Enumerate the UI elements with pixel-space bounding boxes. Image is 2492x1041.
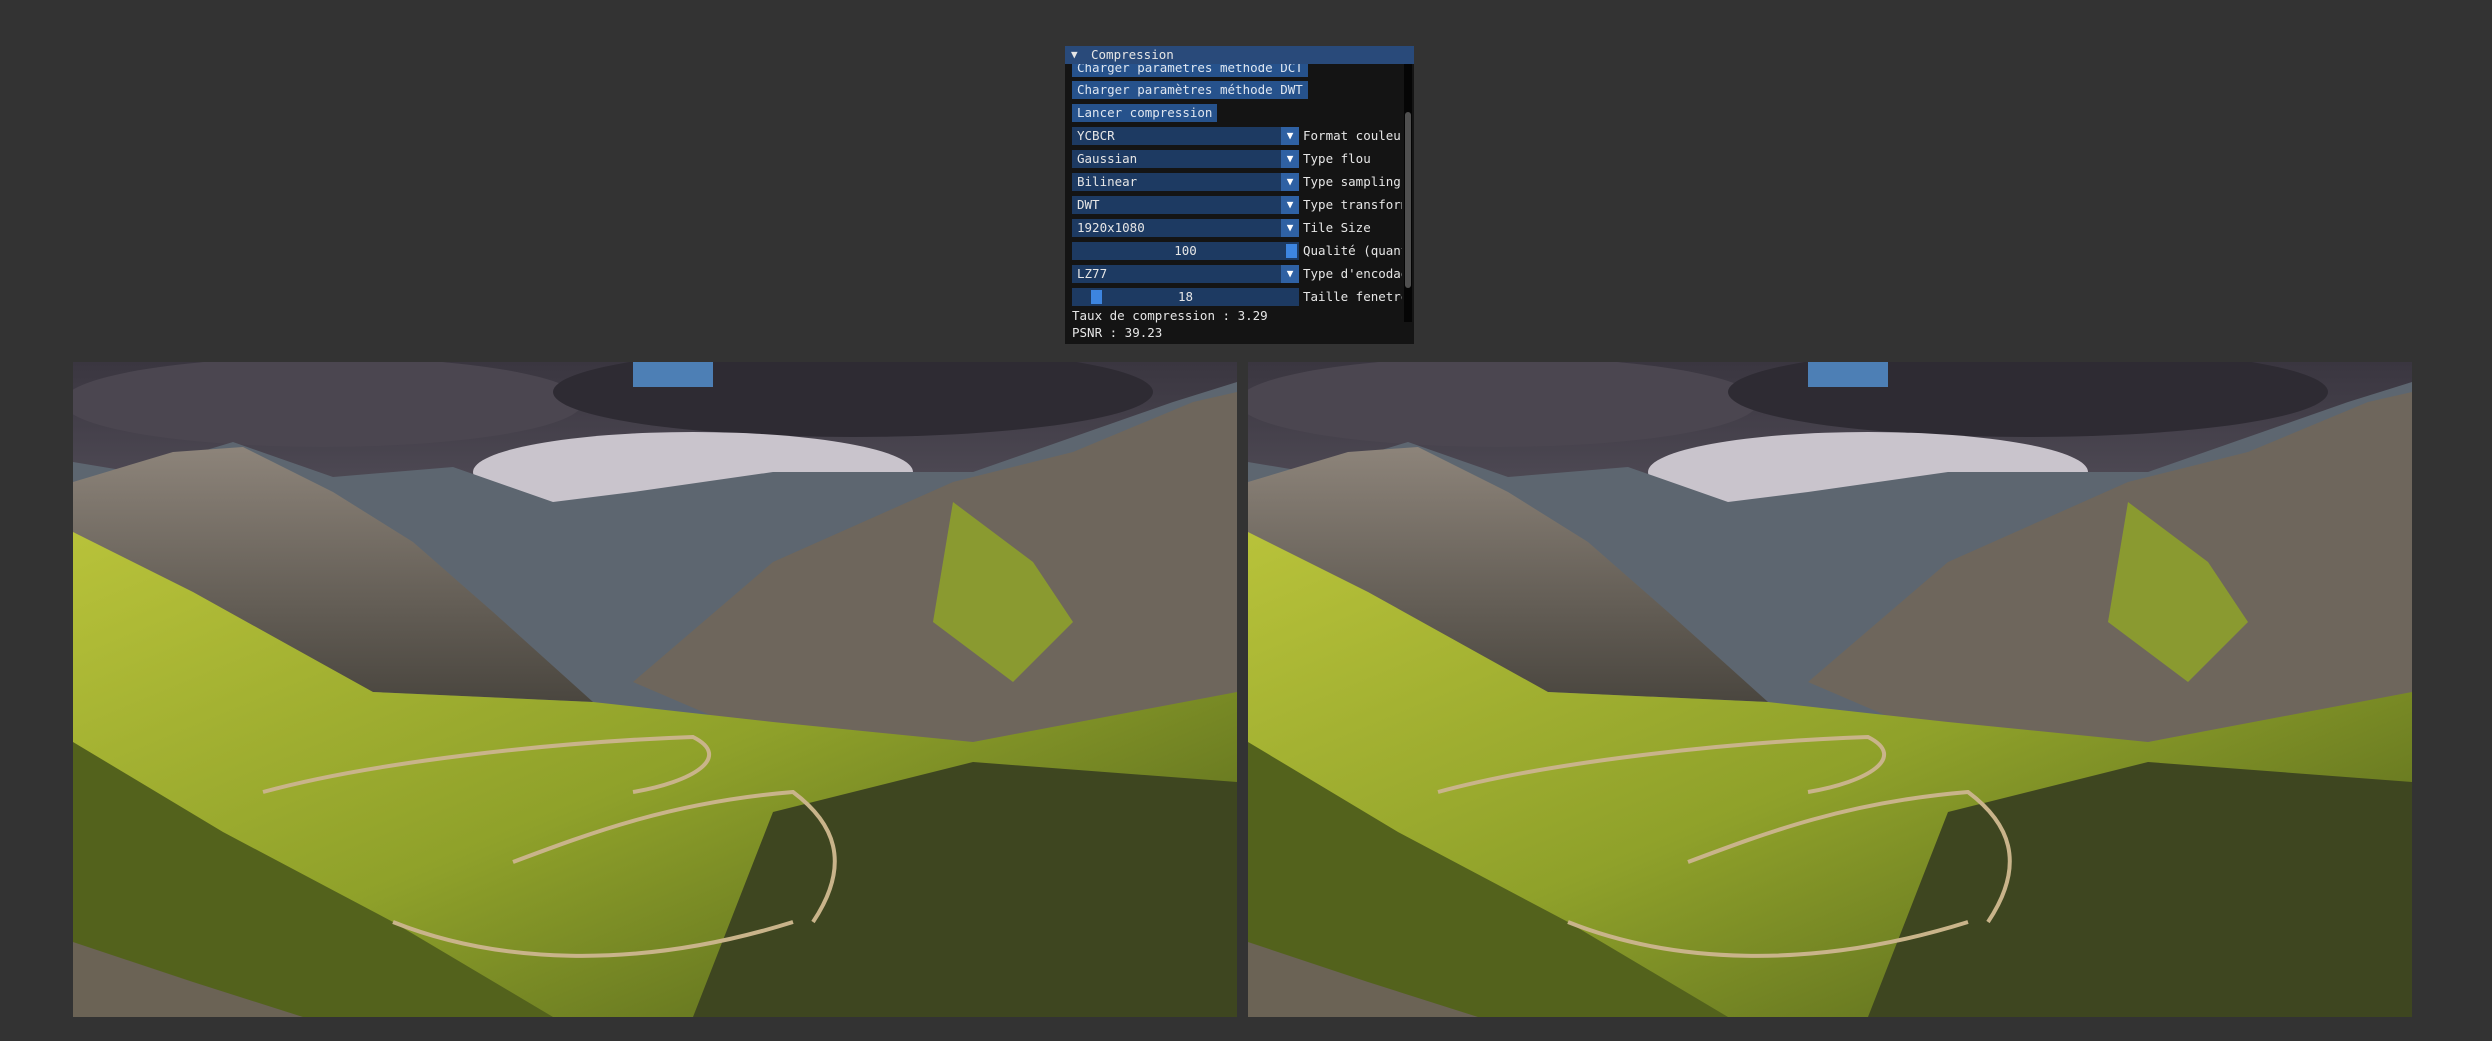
transform-type-combo[interactable]: DWT ▼ (1072, 196, 1299, 214)
tile-size-combo[interactable]: 1920x1080 ▼ (1072, 219, 1299, 237)
chevron-down-icon[interactable]: ▼ (1281, 127, 1299, 145)
transform-type-label: Type transform (1303, 197, 1402, 212)
blur-type-label: Type flou (1303, 151, 1371, 166)
window-size-label: Taille fenetre (1303, 289, 1402, 304)
compression-ratio-text: Taux de compression : 3.29 (1072, 308, 1268, 323)
tile-size-label: Tile Size (1303, 220, 1371, 235)
psnr-text: PSNR : 39.23 (1072, 325, 1163, 340)
mountain-landscape-image (1248, 362, 2412, 1017)
quality-label: Qualité (quant (1303, 243, 1402, 258)
chevron-down-icon[interactable]: ▼ (1281, 150, 1299, 168)
run-compression-button[interactable]: Lancer compression (1072, 104, 1218, 122)
blur-type-value: Gaussian (1077, 151, 1138, 166)
chevron-down-icon[interactable]: ▼ (1281, 219, 1299, 237)
sampling-type-value: Bilinear (1077, 174, 1138, 189)
vertical-scrollbar[interactable] (1404, 64, 1412, 322)
window-size-value: 18 (1177, 289, 1194, 304)
compression-window: ▼ Compression Charger paramètres méthode… (1065, 46, 1414, 344)
transform-type-value: DWT (1077, 197, 1100, 212)
mountain-landscape-image (73, 362, 1237, 1017)
original-image (73, 362, 1237, 1017)
scrollbar-thumb[interactable] (1405, 112, 1411, 288)
chevron-down-icon[interactable]: ▼ (1281, 265, 1299, 283)
blur-type-combo[interactable]: Gaussian ▼ (1072, 150, 1299, 168)
sampling-type-label: Type sampling (1303, 174, 1401, 189)
color-format-combo[interactable]: YCBCR ▼ (1072, 127, 1299, 145)
window-size-slider[interactable]: 18 (1072, 288, 1299, 306)
color-format-label: Format couleur (1303, 128, 1402, 143)
tile-size-value: 1920x1080 (1077, 220, 1145, 235)
collapse-triangle-icon[interactable]: ▼ (1071, 46, 1078, 64)
quality-value: 100 (1174, 243, 1197, 258)
window-title: Compression (1091, 47, 1174, 62)
encoding-type-label: Type d'encodag (1303, 266, 1402, 281)
load-dwt-params-button[interactable]: Charger paramètres méthode DWT (1072, 81, 1308, 99)
chevron-down-icon[interactable]: ▼ (1281, 173, 1299, 191)
load-dct-params-button[interactable]: Charger paramètres méthode DCT (1072, 64, 1308, 77)
quality-slider[interactable]: 100 (1072, 242, 1299, 260)
sampling-type-combo[interactable]: Bilinear ▼ (1072, 173, 1299, 191)
encoding-type-value: LZ77 (1077, 266, 1108, 281)
compressed-image (1248, 362, 2412, 1017)
window-content: Charger paramètres méthode DCT Charger p… (1065, 64, 1414, 322)
window-title-bar[interactable]: ▼ Compression (1065, 46, 1414, 64)
encoding-type-combo[interactable]: LZ77 ▼ (1072, 265, 1299, 283)
color-format-value: YCBCR (1077, 128, 1115, 143)
chevron-down-icon[interactable]: ▼ (1281, 196, 1299, 214)
